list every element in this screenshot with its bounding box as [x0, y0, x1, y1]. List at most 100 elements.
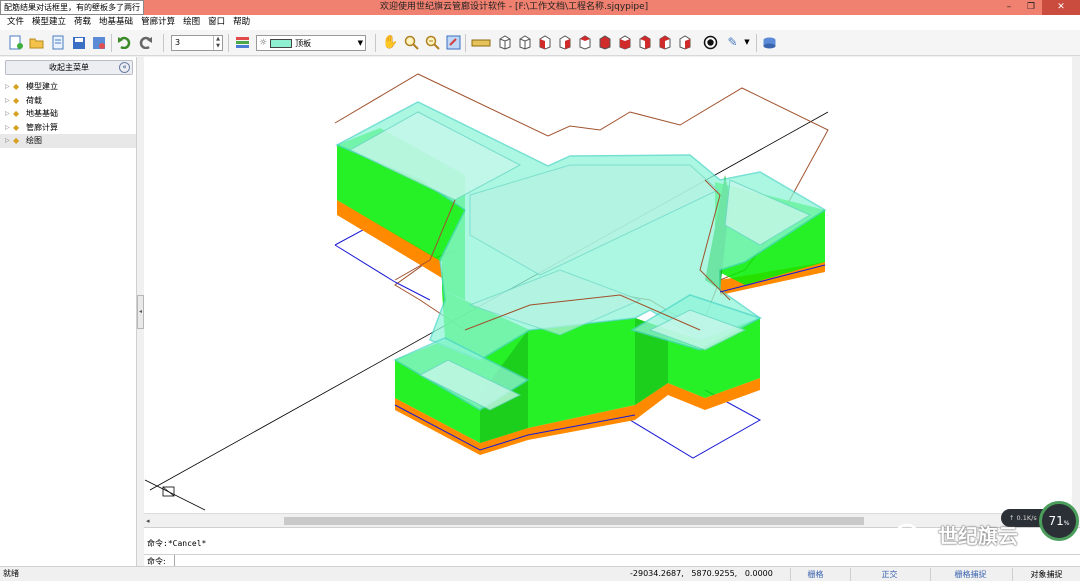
spinner-arrows-icon[interactable]: ▲ ▼ [213, 36, 222, 50]
tree-item-label: 绘图 [26, 136, 42, 146]
view-bottom-icon[interactable] [596, 34, 613, 51]
view-front-icon[interactable] [496, 34, 513, 51]
panel-splitter-handle[interactable]: ◂ [137, 295, 144, 329]
menu-foundation[interactable]: 地基基础 [95, 15, 137, 30]
tree-item-label: 管廊计算 [26, 122, 58, 132]
collapse-icon[interactable]: « [119, 62, 130, 73]
tree-item-calc[interactable]: ▷ ◆ 管廊计算 [0, 121, 136, 135]
view-right-icon[interactable] [556, 34, 573, 51]
export-icon[interactable] [91, 34, 108, 51]
menu-window[interactable]: 窗口 [204, 15, 229, 30]
expand-arrow-icon[interactable]: ▷ [5, 110, 13, 117]
expand-arrow-icon[interactable]: ▷ [5, 97, 13, 104]
menu-file[interactable]: 文件 [3, 15, 28, 30]
view-ne-iso-icon[interactable] [656, 34, 673, 51]
expand-arrow-icon[interactable]: ▷ [5, 137, 13, 144]
tree-item-load[interactable]: ▷ ◆ 荷载 [0, 94, 136, 108]
diamond-icon: ◆ [13, 95, 20, 105]
cpu-percent: 71 [1048, 514, 1064, 528]
layer-name: 顶板 [295, 38, 312, 48]
tree-item-model[interactable]: ▷ ◆ 模型建立 [0, 80, 136, 94]
minimize-button[interactable]: – [998, 0, 1020, 15]
scroll-left-icon[interactable]: ◂ [146, 516, 156, 526]
title-bar: 配筋结果对话框里，有的壁板多了两行 欢迎使用世纪旗云管廊设计软件 - [F:\工… [0, 0, 1080, 15]
main-menu-panel: 收起主菜单 « ▷ ◆ 模型建立 ▷ ◆ 荷载 ▷ ◆ 地基基础 ▷ ◆ 管廊计… [0, 57, 137, 566]
ortho-toggle[interactable]: 正交 [850, 568, 928, 581]
toolbar: 3 ▲ ▼ ☼ 顶板 ▼ ✋ ✎ ▼ [0, 30, 1080, 56]
view-nw-iso-icon[interactable] [676, 34, 693, 51]
wechat-logo-icon [895, 523, 927, 548]
toolbar-separator [465, 34, 466, 52]
layer-select[interactable]: ☼ 顶板 ▼ [256, 35, 366, 51]
layer-visible-icon[interactable]: ☼ [259, 38, 267, 48]
save-icon[interactable] [70, 34, 87, 51]
number-spinner[interactable]: 3 ▲ ▼ [171, 35, 223, 51]
pan-hand-icon[interactable]: ✋ [382, 34, 399, 51]
toolbar-separator [756, 34, 757, 52]
stack-icon[interactable] [761, 34, 778, 51]
view-sw-iso-icon[interactable] [616, 34, 633, 51]
restore-button[interactable]: ❐ [1020, 0, 1042, 15]
grid-snap-toggle[interactable]: 栅格捕捉 [930, 568, 1010, 581]
vertical-scrollbar[interactable] [1072, 57, 1080, 513]
pipe-gallery-3d-model [144, 73, 829, 511]
redo-icon[interactable] [137, 34, 154, 51]
expand-arrow-icon[interactable]: ▷ [5, 124, 13, 131]
tree-item-label: 模型建立 [26, 82, 58, 92]
watermark-text: 世纪旗云 [938, 524, 1018, 548]
object-snap-toggle[interactable]: 对象捕捉 [1012, 568, 1080, 581]
view-left-icon[interactable] [536, 34, 553, 51]
menu-drawing[interactable]: 绘图 [179, 15, 204, 30]
horizontal-scrollbar[interactable]: ◂ [144, 513, 1072, 527]
scrollbar-thumb[interactable] [284, 517, 864, 525]
collapse-main-menu-button[interactable]: 收起主菜单 « [5, 60, 133, 75]
zoom-in-icon[interactable] [403, 34, 420, 51]
grid-toggle[interactable]: 栅格 [790, 568, 840, 581]
menu-model[interactable]: 模型建立 [28, 15, 70, 30]
drawing-canvas[interactable] [144, 57, 1072, 513]
window-controls: – ❐ ✕ [998, 0, 1080, 15]
chevron-down-icon[interactable]: ▼ [742, 34, 752, 51]
zoom-extents-icon[interactable] [445, 34, 462, 51]
measure-icon[interactable] [470, 34, 492, 51]
diamond-icon: ◆ [13, 122, 20, 132]
tree-item-drawing[interactable]: ▷ ◆ 绘图 [0, 134, 136, 148]
chevron-down-icon[interactable]: ▼ [358, 36, 363, 50]
render-target-icon[interactable] [702, 34, 719, 51]
undo-icon[interactable] [116, 34, 133, 51]
command-history: 命令:*Cancel* [147, 539, 207, 548]
collapse-main-menu-label: 收起主菜单 [49, 63, 89, 72]
main-menu-tree: ▷ ◆ 模型建立 ▷ ◆ 荷载 ▷ ◆ 地基基础 ▷ ◆ 管廊计算 ▷ ◆ 绘图 [0, 80, 136, 148]
menu-calc[interactable]: 管廊计算 [137, 15, 179, 30]
tree-item-foundation[interactable]: ▷ ◆ 地基基础 [0, 107, 136, 121]
cpu-usage-widget: 71% [1039, 501, 1079, 541]
layer-color-swatch [270, 38, 293, 48]
menu-bar: 文件 模型建立 荷载 地基基础 管廊计算 绘图 窗口 帮助 [0, 15, 1080, 30]
tree-item-label: 荷载 [26, 95, 42, 105]
open-document-icon[interactable] [49, 34, 66, 51]
toolbar-separator [375, 34, 376, 52]
cursor-coordinates: -29034.2687, 5870.9255, 0.0000 [630, 569, 773, 578]
window-title: 欢迎使用世纪旗云管廊设计软件 - [F:\工作文档\工程名称.sjqypipe] [380, 2, 649, 12]
menu-help[interactable]: 帮助 [229, 15, 254, 30]
view-back-icon[interactable] [516, 34, 533, 51]
layers-icon[interactable] [234, 34, 251, 51]
view-se-iso-icon[interactable] [636, 34, 653, 51]
zoom-out-icon[interactable] [424, 34, 441, 51]
status-bar: 就绪 -29034.2687, 5870.9255, 0.0000 栅格 正交 … [0, 566, 1080, 581]
tooltip-text: 配筋结果对话框里，有的壁板多了两行 [0, 0, 144, 15]
pen-icon[interactable]: ✎ [724, 34, 741, 51]
diamond-icon: ◆ [13, 136, 20, 146]
close-button[interactable]: ✕ [1042, 0, 1080, 15]
number-spinner-value: 3 [175, 38, 181, 47]
network-speed: 0.1K/s [1016, 514, 1037, 522]
status-ready: 就绪 [3, 569, 19, 578]
open-folder-icon[interactable] [28, 34, 45, 51]
tree-item-label: 地基基础 [26, 109, 58, 119]
view-top-icon[interactable] [576, 34, 593, 51]
expand-arrow-icon[interactable]: ▷ [5, 83, 13, 90]
toolbar-separator [228, 34, 229, 52]
diamond-icon: ◆ [13, 82, 20, 92]
new-file-icon[interactable] [7, 34, 24, 51]
menu-load[interactable]: 荷载 [70, 15, 95, 30]
